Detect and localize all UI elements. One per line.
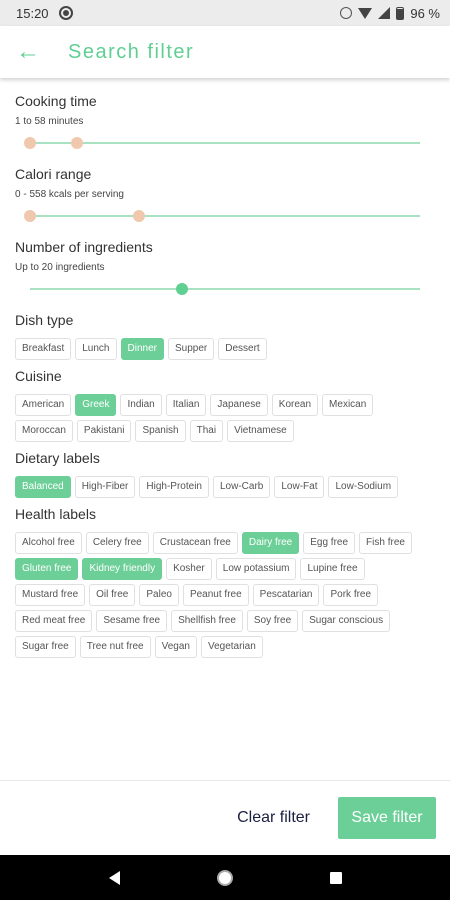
nav-back-icon[interactable] (108, 870, 120, 885)
filter-chip[interactable]: Peanut free (182, 584, 249, 606)
slider-track (30, 142, 420, 144)
slider-thumb-max[interactable] (133, 210, 146, 222)
filter-chip[interactable]: Italian (165, 394, 207, 416)
app-bar: ← Search filter (0, 26, 450, 78)
dish-type-label: Dish type (15, 312, 74, 328)
slider-thumb-min[interactable] (24, 137, 36, 149)
cuisine-chips: American Greek Indian Italian Japanese Korean… (15, 394, 435, 442)
filter-chip[interactable]: Vietnamese (227, 420, 294, 442)
cuisine-label: Cuisine (15, 368, 62, 384)
cooking-time-label: Cooking time (15, 93, 97, 109)
filter-chip[interactable]: Crustacean free (152, 532, 238, 554)
alarm-icon (340, 7, 353, 19)
filter-chip[interactable]: Gluten free (15, 558, 79, 580)
health-chips: Alcohol free Celery free Crustacean free Da… (15, 532, 435, 658)
filter-chip[interactable]: Dairy free (241, 532, 300, 554)
filter-chip[interactable]: Thai (189, 420, 224, 442)
filter-chip[interactable]: Greek (75, 394, 117, 416)
filter-chip[interactable]: High-Fiber (74, 476, 136, 498)
signal-icon (378, 7, 391, 19)
arrow-left-icon: ← (16, 38, 40, 65)
calori-range-text: 0 - 558 kcals per serving (15, 189, 124, 200)
filter-chip[interactable]: Lupine free (300, 558, 365, 580)
filter-chip[interactable]: Fish free (359, 532, 412, 554)
filter-chip[interactable]: Shellfish free (171, 610, 243, 632)
filter-chip[interactable]: Supper (167, 338, 215, 360)
filter-chip[interactable]: Paleo (139, 584, 179, 606)
filter-chip[interactable]: Tree nut free (79, 636, 151, 658)
filter-chip[interactable]: Spanish (135, 420, 186, 442)
slider-thumb-min[interactable] (24, 210, 36, 222)
filter-chip[interactable]: Japanese (210, 394, 268, 416)
filter-chip[interactable]: Mexican (322, 394, 374, 416)
filter-chip[interactable]: Soy free (246, 610, 299, 632)
dietary-chips: Balanced High-Fiber High-Protein Low-Carb Lo… (15, 476, 435, 498)
filter-chip[interactable]: Alcohol free (15, 532, 82, 554)
filter-chip[interactable]: Korean (271, 394, 319, 416)
ingredients-range-text: Up to 20 ingredients (15, 262, 105, 273)
filter-chip[interactable]: Low-Sodium (328, 476, 399, 498)
filter-chip[interactable]: Low potassium (215, 558, 297, 580)
clear-filter-button[interactable]: Clear filter (237, 809, 310, 827)
filter-chip[interactable]: Kidney friendly (82, 558, 163, 580)
filter-chip[interactable]: Pork free (323, 584, 379, 606)
back-button[interactable]: ← (0, 26, 56, 78)
filter-chip[interactable]: American (15, 394, 72, 416)
filter-chip[interactable]: Dinner (120, 338, 164, 360)
battery-icon (396, 6, 405, 20)
filter-chip[interactable]: Low-Fat (274, 476, 325, 498)
filter-chip[interactable]: Vegan (154, 636, 197, 658)
ingredients-label: Number of ingredients (15, 239, 153, 255)
filter-content: Cooking time 1 to 58 minutes Calori rang… (0, 78, 450, 780)
filter-chip[interactable]: Oil free (89, 584, 136, 606)
filter-chip[interactable]: Sugar conscious (302, 610, 391, 632)
ingredients-slider[interactable] (30, 278, 420, 300)
filter-chip[interactable]: Egg free (303, 532, 356, 554)
battery-percent: 96 % (410, 5, 440, 21)
filter-chip[interactable]: Celery free (85, 532, 149, 554)
filter-chip[interactable]: Pescatarian (252, 584, 320, 606)
status-left: 15:20 (16, 6, 73, 21)
dish-type-chips: Breakfast Lunch Dinner Supper Dessert (15, 338, 435, 360)
slider-thumb[interactable] (176, 283, 189, 295)
slider-track (30, 215, 420, 217)
footer-actions: Clear filter Save filter (0, 780, 450, 855)
filter-chip[interactable]: Lunch (75, 338, 117, 360)
filter-chip[interactable]: Kosher (166, 558, 212, 580)
system-nav-bar (0, 855, 450, 900)
filter-chip[interactable]: Pakistani (76, 420, 132, 442)
nav-recents-icon[interactable] (329, 871, 342, 884)
filter-chip[interactable]: Indian (120, 394, 162, 416)
status-right: 96 % (340, 6, 440, 21)
filter-chip[interactable]: Mustard free (15, 584, 86, 606)
cooking-time-range: 1 to 58 minutes (15, 116, 84, 127)
notification-icon (58, 6, 73, 20)
status-bar: 15:20 96 % (0, 0, 450, 26)
filter-chip[interactable]: Red meat free (15, 610, 93, 632)
nav-home-icon[interactable] (216, 869, 233, 886)
calori-range-label: Calori range (15, 166, 92, 182)
dietary-labels-label: Dietary labels (15, 450, 100, 466)
filter-chip[interactable]: Sesame free (96, 610, 168, 632)
cooking-time-slider[interactable] (24, 132, 420, 154)
wifi-icon (358, 7, 373, 19)
filter-chip[interactable]: High-Protein (139, 476, 209, 498)
status-time: 15:20 (16, 5, 49, 21)
slider-thumb-max[interactable] (70, 137, 83, 149)
filter-chip[interactable]: Dessert (218, 338, 267, 360)
page-title: Search filter (68, 40, 195, 63)
filter-chip[interactable]: Balanced (15, 476, 71, 498)
filter-chip[interactable]: Moroccan (15, 420, 73, 442)
calori-range-slider[interactable] (24, 205, 420, 227)
slider-track (30, 288, 420, 290)
filter-chip[interactable]: Sugar free (15, 636, 76, 658)
filter-chip[interactable]: Vegetarian (200, 636, 263, 658)
filter-chip[interactable]: Low-Carb (212, 476, 271, 498)
save-filter-button[interactable]: Save filter (338, 797, 436, 839)
filter-chip[interactable]: Breakfast (15, 338, 72, 360)
health-labels-label: Health labels (15, 506, 96, 522)
